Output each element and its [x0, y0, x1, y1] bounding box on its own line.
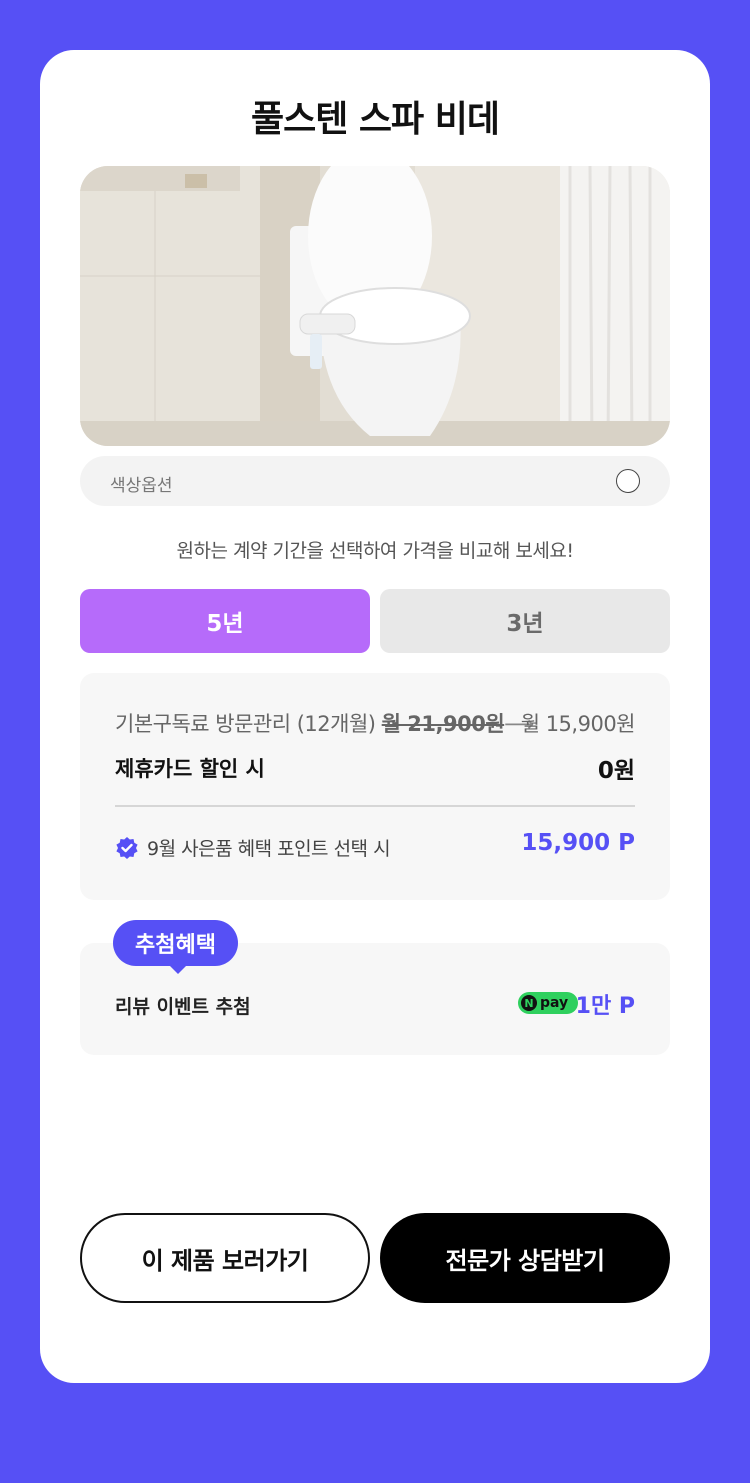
- color-swatch-white[interactable]: [616, 469, 640, 493]
- price-summary: 기본구독료 방문관리 (12개월) 월 21,900원⟶ 월 15,900원 제…: [80, 673, 670, 900]
- product-card: 풀스텐 스파 비데 색상옵션 원하는 계약 기간을 선택하여 가격을 비교해 보…: [40, 50, 710, 1383]
- color-option-selector[interactable]: 색상옵션: [80, 456, 670, 506]
- tab-3-years[interactable]: 3년: [380, 589, 670, 653]
- consult-button[interactable]: 전문가 상담받기: [380, 1213, 670, 1303]
- npay-logo-icon: N pay: [518, 992, 578, 1014]
- gift-point-row: 9월 사은품 혜택 포인트 선택 시: [115, 834, 391, 861]
- view-product-button[interactable]: 이 제품 보러가기: [80, 1213, 370, 1303]
- gift-point-value: 15,900 P: [521, 830, 635, 856]
- npay-n-mark: N: [521, 995, 537, 1011]
- product-title: 풀스텐 스파 비데: [251, 99, 500, 140]
- base-price-label: 기본구독료 방문관리 (12개월): [115, 712, 376, 736]
- old-price: 월 21,900원: [381, 712, 505, 736]
- base-price-row: 기본구독료 방문관리 (12개월) 월 21,900원⟶ 월 15,900원: [115, 708, 636, 738]
- bonus-value: 1만 P: [575, 994, 635, 1019]
- bonus-badge-tail: [168, 964, 188, 974]
- contract-guide-text: 원하는 계약 기간을 선택하여 가격을 비교해 보세요!: [176, 540, 574, 562]
- bonus-badge: 추첨혜택: [113, 920, 238, 966]
- card-discount-value: 0원: [597, 758, 635, 784]
- verified-check-icon: [116, 836, 138, 859]
- new-price: 월 15,900원: [520, 712, 636, 736]
- divider: [115, 805, 635, 807]
- product-image: [80, 166, 670, 446]
- card-discount-label: 제휴카드 할인 시: [115, 757, 265, 781]
- npay-text: pay: [540, 995, 569, 1011]
- gift-point-label: 9월 사은품 혜택 포인트 선택 시: [147, 838, 391, 860]
- color-option-label: 색상옵션: [110, 476, 173, 496]
- tab-5-years[interactable]: 5년: [80, 589, 370, 653]
- bonus-label: 리뷰 이벤트 추첨: [115, 996, 251, 1018]
